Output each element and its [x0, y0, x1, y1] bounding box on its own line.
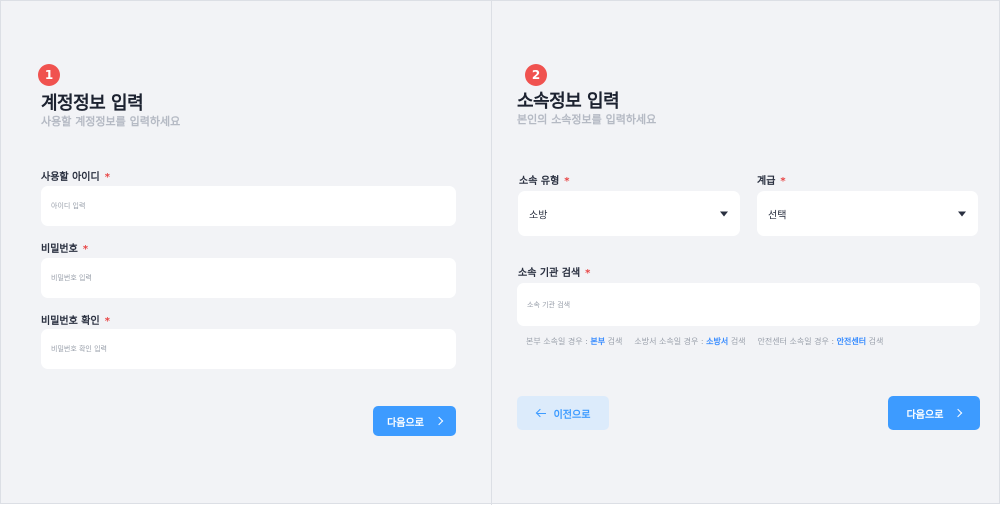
affiliation-type-label-text: 소속 유형 — [519, 176, 560, 187]
required-mark: * — [564, 176, 570, 187]
account-panel: 1 계정정보 입력 사용할 계정정보를 입력하세요 사용할 아이디 * 아이디 입… — [1, 1, 491, 505]
hint-keyword: 안전센터 — [836, 337, 867, 346]
hint-prefix: 소방서 소속일 경우 : — [634, 337, 704, 346]
step-badge-2: 2 — [525, 64, 547, 86]
account-subtitle: 사용할 계정정보를 입력하세요 — [41, 115, 181, 128]
required-mark: * — [585, 268, 591, 279]
password-label-text: 비밀번호 — [41, 244, 78, 255]
account-next-button[interactable]: 다음으로 — [373, 406, 456, 436]
rank-label: 계급 * — [757, 172, 786, 187]
hint-keyword: 소방서 — [706, 337, 729, 346]
hint-keyword: 본부 — [590, 337, 606, 346]
org-search-label: 소속 기관 검색 * — [518, 264, 590, 279]
required-mark: * — [104, 316, 110, 327]
required-mark: * — [780, 176, 786, 187]
affiliation-title: 소속정보 입력 — [517, 91, 620, 112]
password-confirm-label: 비밀번호 확인 * — [41, 312, 110, 327]
password-confirm-label-text: 비밀번호 확인 — [41, 316, 100, 327]
username-input[interactable]: 아이디 입력 — [41, 186, 456, 226]
step-badge-1: 1 — [38, 64, 60, 86]
hint-prefix: 안전센터 소속일 경우 : — [757, 337, 835, 346]
password-confirm-input[interactable]: 비밀번호 확인 입력 — [41, 329, 456, 369]
required-mark: * — [82, 244, 89, 255]
hint-item: 소방서 소속일 경우 : 소방서 검색 — [634, 336, 745, 347]
org-search-input[interactable]: 소속 기관 검색 — [517, 283, 980, 326]
password-label: 비밀번호 * — [41, 240, 88, 255]
signup-frame: 1 계정정보 입력 사용할 계정정보를 입력하세요 사용할 아이디 * 아이디 입… — [0, 0, 1000, 505]
rank-value: 선택 — [768, 210, 787, 221]
username-placeholder: 아이디 입력 — [51, 202, 86, 210]
hint-suffix: 검색 — [607, 337, 623, 346]
username-label-text: 사용할 아이디 — [41, 172, 100, 183]
org-search-hints: 본부 소속일 경우 : 본부 검색 소방서 소속일 경우 : 소방서 검색 안전… — [526, 336, 883, 347]
account-next-label: 다음으로 — [387, 417, 424, 429]
hint-prefix: 본부 소속일 경우 : — [526, 337, 588, 346]
arrow-left-icon — [536, 409, 546, 417]
password-input[interactable]: 비밀번호 입력 — [41, 258, 456, 298]
password-placeholder: 비밀번호 입력 — [51, 274, 92, 282]
username-label: 사용할 아이디 * — [41, 168, 110, 183]
account-title: 계정정보 입력 — [41, 93, 144, 114]
affiliation-subtitle: 본인의 소속정보를 입력하세요 — [517, 113, 657, 126]
rank-label-text: 계급 — [757, 176, 776, 187]
chevron-right-icon — [434, 416, 444, 426]
affiliation-panel: 2 소속정보 입력 본인의 소속정보를 입력하세요 소속 유형 * 소방 계급 * … — [492, 1, 1000, 505]
org-search-placeholder: 소속 기관 검색 — [527, 300, 571, 309]
password-confirm-placeholder: 비밀번호 확인 입력 — [51, 345, 107, 353]
org-search-label-text: 소속 기관 검색 — [518, 268, 581, 279]
affiliation-type-select[interactable]: 소방 — [518, 191, 740, 236]
affiliation-prev-button[interactable]: 이전으로 — [517, 396, 609, 430]
hint-suffix: 검색 — [730, 337, 746, 346]
hint-item: 본부 소속일 경우 : 본부 검색 — [526, 336, 622, 347]
affiliation-next-button[interactable]: 다음으로 — [888, 396, 980, 430]
rank-select[interactable]: 선택 — [757, 191, 978, 236]
hint-item: 안전센터 소속일 경우 : 안전센터 검색 — [758, 336, 884, 347]
affiliation-type-label: 소속 유형 * — [519, 172, 570, 187]
hint-suffix: 검색 — [868, 337, 884, 346]
required-mark: * — [104, 172, 110, 183]
caret-down-icon — [720, 211, 728, 216]
affiliation-prev-label: 이전으로 — [553, 409, 591, 421]
caret-down-icon — [958, 211, 966, 216]
chevron-right-icon — [954, 408, 963, 418]
affiliation-next-label: 다음으로 — [906, 409, 944, 421]
affiliation-type-value: 소방 — [529, 210, 548, 221]
